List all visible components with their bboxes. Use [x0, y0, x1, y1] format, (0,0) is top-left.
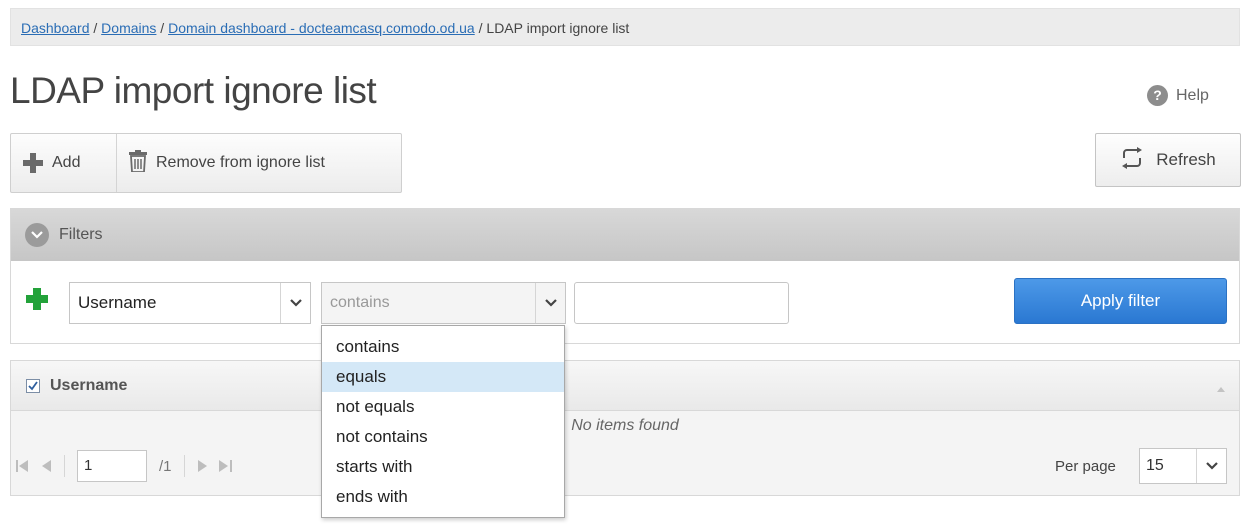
filters-label: Filters	[59, 226, 103, 243]
grid-header: Username	[11, 361, 1239, 411]
breadcrumb: Dashboard / Domains / Domain dashboard -…	[10, 8, 1240, 46]
breadcrumb-separator: /	[474, 20, 487, 36]
operator-option-ends-with[interactable]: ends with	[322, 482, 564, 512]
empty-message: No items found	[571, 417, 679, 434]
chevron-down-icon	[535, 283, 565, 323]
per-page-select[interactable]: 15	[1139, 448, 1227, 484]
column-header-username[interactable]: Username	[50, 377, 127, 395]
filter-value-input[interactable]	[574, 282, 789, 324]
operator-option-not-equals[interactable]: not equals	[322, 392, 564, 422]
add-filter-icon[interactable]	[26, 288, 48, 310]
plus-icon	[23, 153, 43, 173]
select-all-checkbox[interactable]	[26, 378, 40, 393]
toolbar: Add Remove from ignore list	[10, 133, 402, 193]
refresh-button[interactable]: Refresh	[1095, 133, 1241, 187]
operator-option-contains[interactable]: contains	[322, 332, 564, 362]
refresh-icon	[1120, 146, 1144, 174]
filters-toggle[interactable]: Filters	[11, 209, 1239, 261]
last-page-icon[interactable]	[218, 460, 233, 472]
trash-icon	[129, 149, 147, 177]
breadcrumb-current: LDAP import ignore list	[486, 20, 630, 36]
chevron-down-icon	[1196, 449, 1226, 483]
breadcrumb-separator: /	[156, 20, 169, 36]
remove-button-label: Remove from ignore list	[156, 154, 325, 171]
previous-page-icon[interactable]	[42, 460, 52, 472]
operator-dropdown-list: contains equals not equals not contains …	[321, 325, 565, 518]
filter-operator-value: contains	[330, 294, 390, 311]
add-button[interactable]: Add	[11, 134, 117, 192]
add-button-label: Add	[52, 154, 81, 171]
operator-option-equals[interactable]: equals	[322, 362, 564, 392]
page-number-input[interactable]: 1	[77, 450, 147, 482]
breadcrumb-link-domain-dashboard[interactable]: Domain dashboard - docteamcasq.comodo.od…	[168, 20, 475, 36]
sort-up-icon[interactable]	[1217, 379, 1225, 397]
per-page-label: Per page	[1055, 458, 1116, 475]
remove-from-ignore-list-button[interactable]: Remove from ignore list	[117, 134, 337, 192]
per-page-value: 15	[1146, 457, 1164, 474]
breadcrumb-separator: /	[89, 20, 102, 36]
page-title: LDAP import ignore list	[10, 70, 377, 111]
first-page-icon[interactable]	[16, 460, 30, 472]
filter-field-select[interactable]: Username	[69, 282, 311, 324]
breadcrumb-link-dashboard[interactable]: Dashboard	[21, 20, 90, 36]
next-page-icon[interactable]	[197, 460, 207, 472]
help-icon: ?	[1147, 85, 1168, 106]
refresh-label: Refresh	[1156, 150, 1216, 169]
pager: 1 /1	[16, 450, 233, 482]
total-pages: /1	[159, 457, 172, 475]
filter-field-value: Username	[78, 293, 157, 312]
filter-operator-select[interactable]: contains	[321, 282, 566, 324]
help-link[interactable]: ? Help	[1147, 85, 1209, 106]
chevron-down-icon	[280, 283, 310, 323]
breadcrumb-link-domains[interactable]: Domains	[101, 20, 156, 36]
pager-divider	[183, 455, 185, 477]
pager-divider	[64, 455, 65, 477]
operator-option-not-contains[interactable]: not contains	[322, 422, 564, 452]
operator-option-starts-with[interactable]: starts with	[322, 452, 564, 482]
chevron-down-icon	[25, 223, 49, 247]
apply-filter-button[interactable]: Apply filter	[1014, 278, 1227, 324]
help-label: Help	[1176, 86, 1209, 104]
